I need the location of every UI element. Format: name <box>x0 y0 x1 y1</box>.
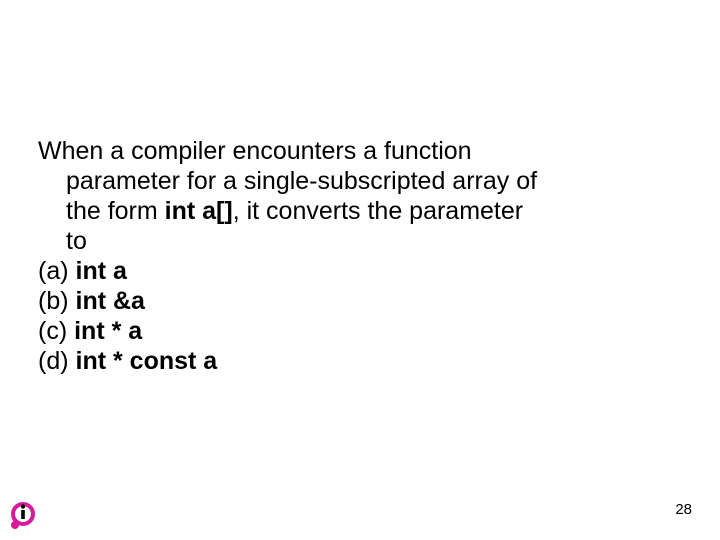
option-d-label: (d) <box>38 347 76 375</box>
slide-content: When a compiler encounters a function pa… <box>38 136 678 376</box>
option-a-text: int a <box>76 257 127 285</box>
question-line-2: parameter for a single-subscripted array… <box>66 166 678 196</box>
question-line-1: When a compiler encounters a function <box>38 136 678 166</box>
option-a: (a) int a <box>38 256 678 286</box>
option-d-text: int * const a <box>76 347 218 375</box>
option-a-label: (a) <box>38 257 76 285</box>
page-number: 28 <box>675 501 692 518</box>
option-d: (d) int * const a <box>38 346 678 376</box>
option-c-text: int * a <box>74 317 142 345</box>
question-line-3-pre: the form <box>66 197 165 225</box>
logo-icon <box>8 500 38 530</box>
question-code: int a[] <box>165 197 233 225</box>
option-b-label: (b) <box>38 287 76 315</box>
option-b: (b) int &a <box>38 286 678 316</box>
slide: When a compiler encounters a function pa… <box>0 0 720 540</box>
option-c-label: (c) <box>38 317 74 345</box>
question-line-3: the form int a[], it converts the parame… <box>66 196 678 226</box>
question-line-3-post: , it converts the parameter <box>233 197 523 225</box>
option-b-text: int &a <box>76 287 145 315</box>
question-line-4: to <box>66 226 678 256</box>
option-c: (c) int * a <box>38 316 678 346</box>
